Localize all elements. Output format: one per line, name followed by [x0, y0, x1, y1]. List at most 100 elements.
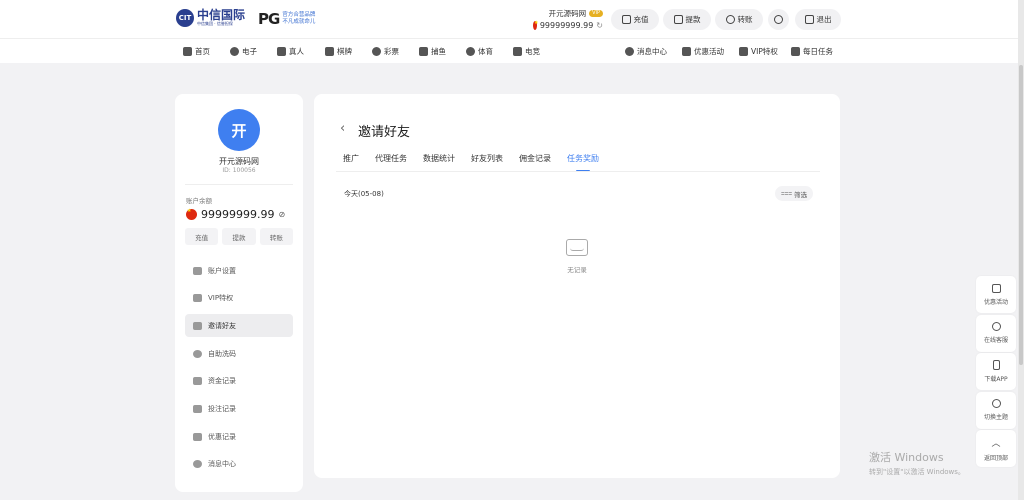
float-label: 下载APP	[984, 376, 1008, 383]
sidebar-actions: 充值 提款 转账	[185, 228, 293, 245]
float-download-app[interactable]: 下载APP	[976, 353, 1016, 390]
sidebar-item-invite-friends[interactable]: 邀请好友	[185, 314, 293, 338]
nav-live[interactable]: 真人	[277, 46, 304, 57]
back-chevron-icon[interactable]: ‹	[340, 121, 345, 136]
nav-slots[interactable]: 电子	[230, 46, 257, 57]
live-icon	[277, 47, 286, 56]
gift-icon	[193, 432, 202, 441]
account-sidebar: 开 开元源码网 ID: 100056 账户余额 99999999.99 ⊘ 充值…	[175, 94, 303, 492]
chat-icon	[193, 460, 202, 469]
card-icon	[193, 377, 202, 386]
windows-activation-watermark: 激活 Windows 转到"设置"以激活 Windows。	[869, 449, 965, 477]
moon-icon	[991, 399, 1001, 408]
tab-friend-list[interactable]: 好友列表	[471, 153, 503, 172]
filter-icon: ⩶	[781, 189, 793, 197]
float-back-to-top[interactable]: ︿ 返回顶部	[976, 430, 1016, 467]
site-logo[interactable]: CIT 中信国际 中信集团 · 信誉担保	[176, 9, 245, 27]
nav-vip[interactable]: VIP特权	[739, 46, 778, 57]
tab-task-rewards[interactable]: 任务奖励	[567, 153, 599, 172]
home-icon	[183, 47, 192, 56]
sidebar-item-label: VIP特权	[208, 294, 234, 303]
sidebar-menu: 账户设置 VIP特权 邀请好友 自助洗码 资金记录 投注记录 优惠记录 消息中心	[185, 259, 293, 481]
tab-promotion[interactable]: 推广	[343, 153, 359, 172]
ball-icon	[466, 47, 475, 56]
logout-label: 退出	[816, 15, 832, 24]
deposit-button[interactable]: 充值	[611, 9, 659, 30]
cny-flag-icon	[533, 20, 538, 30]
withdraw-button[interactable]: 提款	[663, 9, 711, 30]
sidebar-item-label: 账户设置	[208, 266, 236, 275]
sidebar-transfer-button[interactable]: 转账	[259, 228, 293, 245]
pg-line-2: 不凡成就命儿	[282, 19, 316, 25]
float-customer-service[interactable]: 在线客服	[976, 314, 1016, 352]
message-icon	[625, 47, 634, 56]
logout-button[interactable]: 退出	[795, 9, 841, 30]
watermark-line-2: 转到"设置"以激活 Windows。	[869, 468, 965, 476]
filter-button[interactable]: ⩶ 筛选	[775, 186, 814, 201]
sidebar-item-account-settings[interactable]: 账户设置	[185, 259, 293, 282]
fish-icon	[419, 47, 428, 56]
watermark-line-1: 激活 Windows	[869, 451, 944, 464]
pg-mark: PG	[258, 10, 280, 28]
nav-home[interactable]: 首页	[183, 46, 210, 57]
avatar[interactable]: 开	[218, 109, 260, 151]
sidebar-item-label: 自助洗码	[208, 349, 236, 358]
float-switch-theme[interactable]: 切换主题	[976, 391, 1016, 429]
hide-balance-icon[interactable]: ⊘	[278, 210, 285, 219]
sidebar-item-label: 消息中心	[208, 460, 236, 469]
esports-icon	[513, 47, 522, 56]
nav-esports[interactable]: 电竞	[513, 46, 540, 57]
transfer-label: 转账	[737, 15, 753, 24]
filter-label: 筛选	[794, 190, 808, 199]
logo-text: 中信国际	[197, 8, 246, 22]
pg-line-1: 官方合营品牌	[282, 12, 316, 18]
sidebar-item-vip[interactable]: VIP特权	[185, 287, 293, 310]
vip-icon	[739, 47, 748, 56]
float-label: 在线客服	[983, 337, 1008, 344]
nav-label: 彩票	[384, 47, 399, 56]
header-username: 开元源码网	[548, 9, 587, 18]
nav-label: 电竞	[525, 47, 540, 56]
transfer-button[interactable]: 转账	[715, 9, 763, 30]
tab-commission-record[interactable]: 佣金记录	[519, 153, 551, 172]
float-label: 优惠活动	[983, 298, 1008, 306]
user-icon	[774, 15, 783, 24]
header-balance: 99999999.99	[539, 21, 594, 30]
nav-label: VIP特权	[751, 47, 778, 56]
nav-promotions[interactable]: 优惠活动	[682, 46, 724, 57]
nav-label: 棋牌	[337, 47, 352, 56]
sidebar-item-messages[interactable]: 消息中心	[185, 453, 293, 476]
floating-toolbar: 优惠活动 在线客服 下载APP 切换主题 ︿ 返回顶部	[976, 276, 1016, 467]
nav-label: 消息中心	[637, 47, 667, 56]
nav-label: 真人	[289, 47, 304, 56]
main-nav: 首页 电子 真人 棋牌 彩票 捕鱼 体育 电竞 消息中心 优惠活动 VIP特权 …	[0, 38, 1024, 63]
sidebar-item-funds-record[interactable]: 资金记录	[185, 370, 293, 393]
id-card-icon	[193, 266, 202, 275]
profile-button[interactable]	[768, 9, 789, 30]
sidebar-item-rebate[interactable]: 自助洗码	[185, 342, 293, 365]
sidebar-deposit-button[interactable]: 充值	[185, 228, 219, 245]
refresh-balance-icon[interactable]: ↻	[596, 21, 603, 30]
nav-fishing[interactable]: 捕鱼	[419, 46, 446, 57]
tab-divider	[336, 171, 820, 172]
sidebar-withdraw-button[interactable]: 提款	[222, 228, 256, 245]
invite-friends-panel: ‹ 邀请好友 推广 代理任务 数据统计 好友列表 佣金记录 任务奖励 今天(05…	[314, 94, 840, 478]
logout-icon	[804, 15, 814, 24]
float-promotions[interactable]: 优惠活动	[976, 276, 1016, 313]
nav-lottery[interactable]: 彩票	[372, 46, 399, 57]
lottery-icon	[372, 47, 381, 56]
transfer-icon	[725, 15, 735, 24]
tab-statistics[interactable]: 数据统计	[423, 153, 455, 172]
user-info: 开元源码网 VIP 99999999.99 ↻	[533, 8, 603, 30]
invite-icon	[193, 321, 202, 330]
sidebar-item-promo-record[interactable]: 优惠记录	[185, 425, 293, 448]
tab-agent-tasks[interactable]: 代理任务	[375, 153, 407, 172]
scrollbar-thumb[interactable]	[1019, 65, 1023, 365]
nav-daily-tasks[interactable]: 每日任务	[791, 46, 833, 57]
sidebar-item-bet-record[interactable]: 投注记录	[185, 397, 293, 420]
nav-sports[interactable]: 体育	[466, 46, 493, 57]
phone-icon	[992, 360, 1000, 370]
nav-messages[interactable]: 消息中心	[625, 46, 667, 57]
divider	[185, 184, 293, 185]
nav-cards[interactable]: 棋牌	[325, 46, 352, 57]
